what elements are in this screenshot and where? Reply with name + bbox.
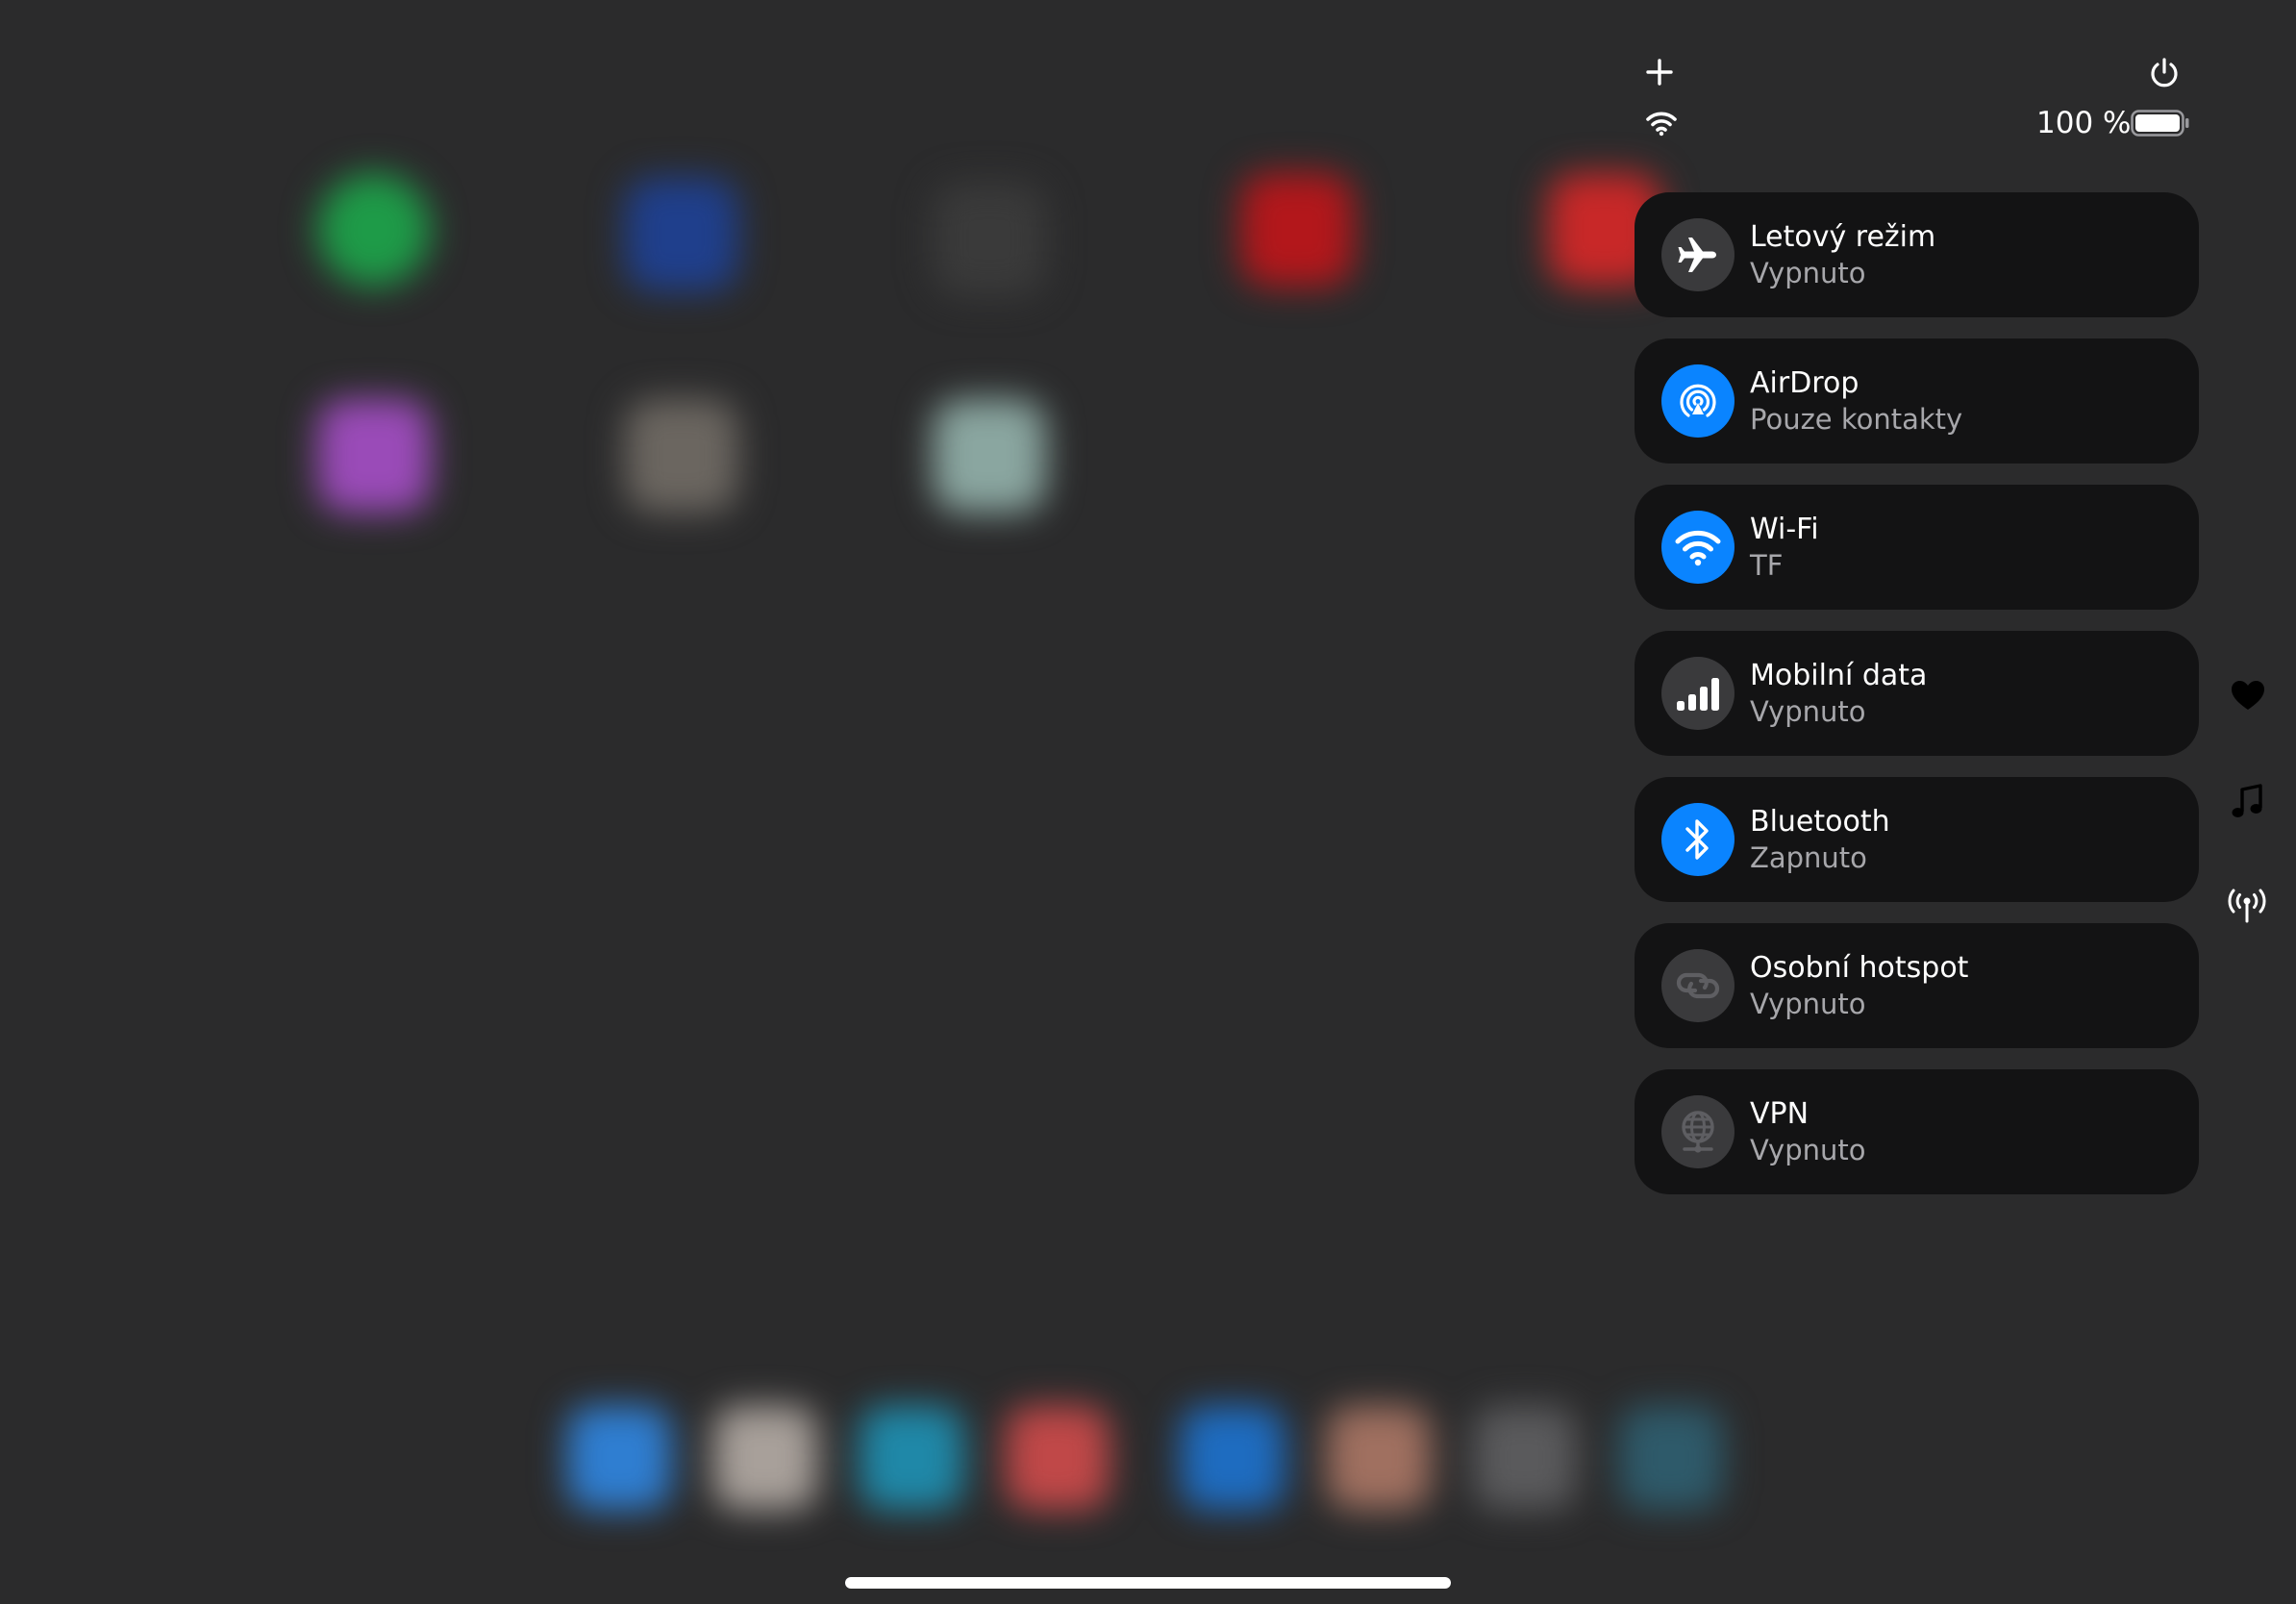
music-note-icon[interactable]	[2231, 783, 2263, 821]
vpn-toggle[interactable]: VPN Vypnuto	[1635, 1069, 2199, 1194]
battery-percentage: 100 %	[2036, 106, 2132, 140]
airplane-mode-status: Vypnuto	[1750, 257, 1866, 289]
app-icon	[317, 399, 431, 513]
dock-app-icon	[1473, 1406, 1577, 1510]
personal-hotspot-toggle[interactable]: Osobní hotspot Vypnuto	[1635, 923, 2199, 1048]
app-icon	[625, 178, 738, 291]
airplane-icon	[1661, 218, 1734, 291]
airdrop-toggle[interactable]: AirDrop Pouze kontakty	[1635, 338, 2199, 464]
wifi-icon	[1661, 511, 1734, 584]
cellular-data-status: Vypnuto	[1750, 695, 1866, 728]
cellular-data-title: Mobilní data	[1750, 659, 1928, 692]
personal-hotspot-title: Osobní hotspot	[1750, 951, 1969, 985]
heart-icon[interactable]	[2230, 679, 2266, 712]
vpn-icon	[1661, 1095, 1734, 1168]
battery-icon	[2131, 110, 2189, 137]
hotspot-icon	[1661, 949, 1734, 1022]
personal-hotspot-status: Vypnuto	[1750, 988, 1866, 1020]
bluetooth-icon	[1661, 803, 1734, 876]
power-icon[interactable]	[2147, 56, 2182, 90]
dock-app-icon	[1619, 1406, 1723, 1510]
airdrop-status: Pouze kontakty	[1750, 403, 1963, 436]
app-icon	[933, 399, 1046, 513]
airplane-mode-title: Letový režim	[1750, 220, 1936, 254]
dock-app-icon	[1006, 1406, 1110, 1510]
vpn-title: VPN	[1750, 1097, 1809, 1131]
wifi-toggle[interactable]: Wi-Fi TF	[1635, 485, 2199, 610]
dock-app-icon	[567, 1406, 671, 1510]
bluetooth-title: Bluetooth	[1750, 805, 1890, 839]
app-icon	[1240, 173, 1354, 287]
add-icon[interactable]	[1645, 58, 1674, 87]
wifi-title: Wi-Fi	[1750, 513, 1819, 546]
airdrop-icon	[1661, 364, 1734, 438]
bluetooth-status: Zapnuto	[1750, 841, 1867, 874]
cellular-icon	[1661, 657, 1734, 730]
dock-app-icon	[1181, 1406, 1285, 1510]
airplane-mode-toggle[interactable]: Letový režim Vypnuto	[1635, 192, 2199, 317]
home-indicator[interactable]	[845, 1577, 1451, 1589]
wifi-network-name: TF	[1750, 549, 1784, 582]
dock-app-icon	[713, 1406, 817, 1510]
app-icon	[933, 183, 1046, 296]
bluetooth-toggle[interactable]: Bluetooth Zapnuto	[1635, 777, 2199, 902]
app-icon	[317, 173, 431, 287]
vpn-status: Vypnuto	[1750, 1134, 1866, 1166]
airdrop-title: AirDrop	[1750, 366, 1859, 400]
dock-app-icon	[1327, 1406, 1431, 1510]
antenna-icon[interactable]	[2226, 889, 2268, 923]
cellular-data-toggle[interactable]: Mobilní data Vypnuto	[1635, 631, 2199, 756]
dock-app-icon	[860, 1406, 963, 1510]
control-center-screen: 100 % Letový režim Vypnuto AirDrop Pouze…	[0, 0, 2296, 1604]
wifi-status-icon	[1646, 112, 1677, 137]
app-icon	[625, 399, 738, 513]
